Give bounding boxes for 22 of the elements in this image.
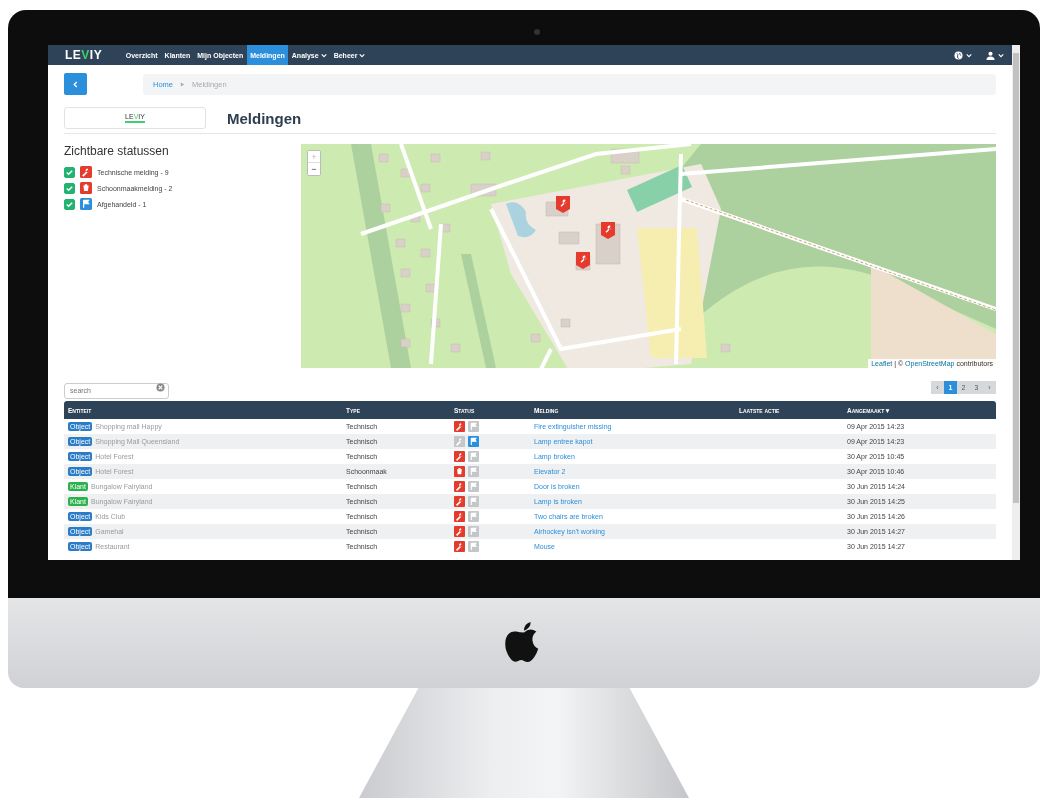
status-checkbox[interactable] — [64, 182, 75, 194]
page-heading: Meldingen — [227, 109, 302, 127]
caret-icon — [359, 52, 366, 58]
scrollbar[interactable] — [1012, 45, 1020, 560]
breadcrumb-separator-icon — [180, 81, 185, 87]
leviy-logo: LEVIY — [65, 48, 103, 62]
filters-title: Zichtbare statussen — [64, 144, 170, 158]
language-menu[interactable] — [954, 50, 972, 60]
map-marker-icon[interactable] — [576, 252, 590, 269]
user-menu[interactable] — [986, 50, 1004, 60]
status-checkbox[interactable] — [64, 198, 75, 210]
clear-icon[interactable] — [156, 382, 165, 392]
caret-icon — [320, 52, 327, 58]
chevron-left-icon — [73, 80, 78, 88]
caret-icon — [998, 52, 1004, 58]
camera-icon — [534, 29, 540, 35]
back-button[interactable] — [64, 73, 87, 95]
map-marker-icon[interactable] — [556, 196, 570, 213]
caret-icon — [966, 52, 972, 58]
map-marker-icon[interactable] — [601, 222, 615, 239]
status-checkbox[interactable] — [64, 166, 75, 178]
zoom-in-button[interactable]: + — [308, 151, 320, 163]
